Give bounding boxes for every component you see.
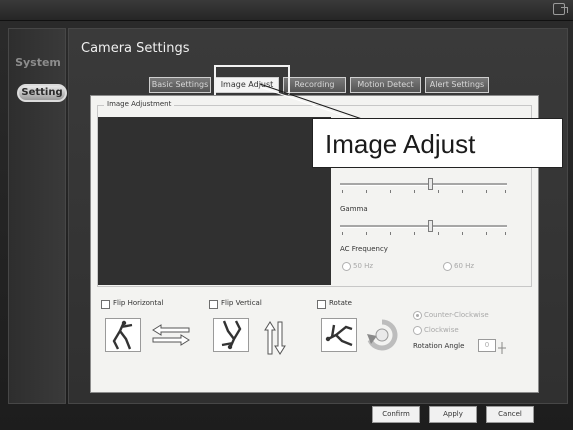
apply-button[interactable]: Apply	[429, 406, 477, 423]
callout-label: Image Adjust	[312, 118, 563, 168]
confirm-button[interactable]: Confirm	[372, 406, 420, 423]
app-window: System Setting Camera Settings Basic Set…	[0, 0, 573, 430]
callout-connector	[259, 83, 363, 123]
cancel-button[interactable]: Cancel	[486, 406, 534, 423]
